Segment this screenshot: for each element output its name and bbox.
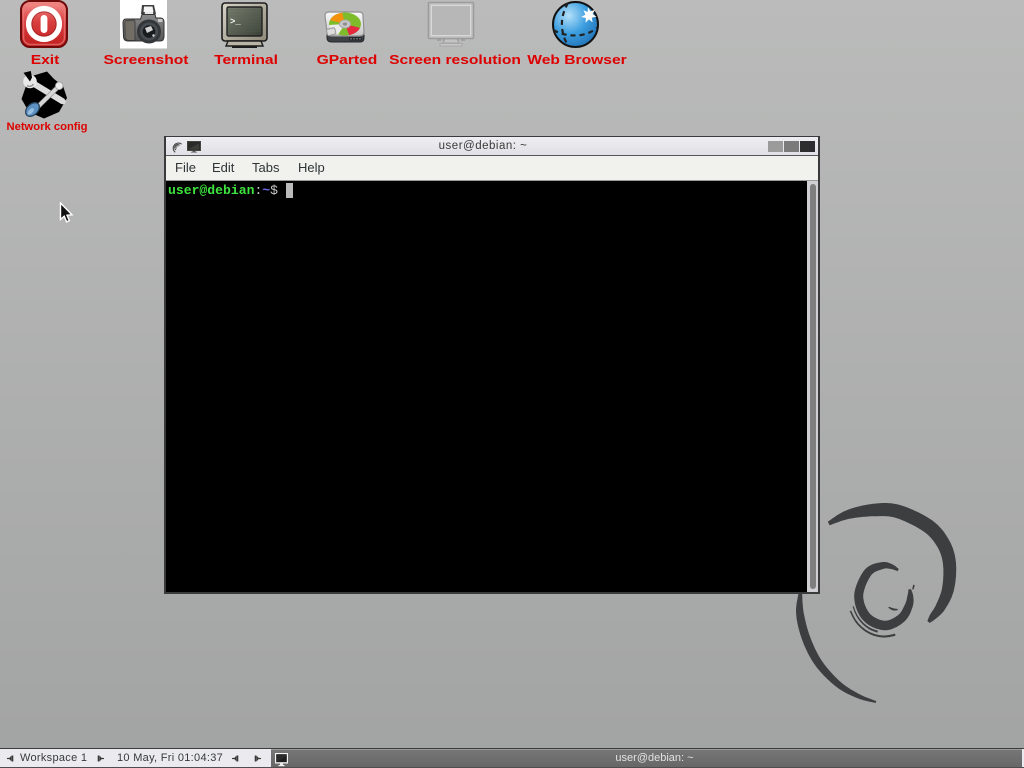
- svg-text:>_: >_: [230, 17, 241, 27]
